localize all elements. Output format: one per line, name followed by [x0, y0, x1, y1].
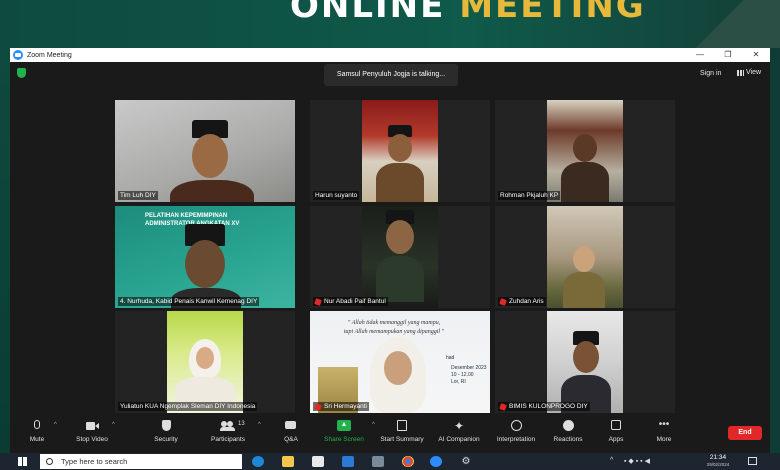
people-icon: [220, 420, 235, 432]
meeting-toolbar: Mute ^ Stop Video ^ Security Participant…: [10, 416, 770, 453]
banner-decoration: [660, 0, 780, 48]
video-tile[interactable]: Yuliatun KUA Ngemplak Sleman DIY Indones…: [115, 311, 295, 413]
muted-mic-icon: [499, 297, 507, 306]
view-label: View: [746, 69, 762, 76]
participant-name: BIMIS KULONPROGO DIY: [498, 402, 590, 411]
microphone-icon: [30, 420, 44, 432]
quote-fragment: had: [446, 355, 455, 361]
video-tile[interactable]: PELATIHAN KEPEMIMPINAN ADMINISTRATOR ANG…: [115, 206, 295, 308]
participant-name: Nur Abadi Paif Bantul: [313, 297, 388, 306]
file-explorer-icon[interactable]: [282, 456, 294, 467]
sparkle-icon: ✦: [453, 419, 465, 433]
search-placeholder: Type here to search: [61, 457, 128, 466]
shield-check-icon: [159, 420, 173, 432]
start-summary-button[interactable]: Start Summary: [372, 420, 432, 443]
more-dots-icon: •••: [658, 419, 670, 430]
summary-icon: [395, 420, 409, 432]
quote-fragment: Desember 2023 10 - 12.00 Lor, RI: [451, 365, 487, 385]
chrome-icon[interactable]: [402, 456, 414, 467]
zoom-logo-icon: [13, 50, 23, 60]
video-tile[interactable]: " Allah tidak memanggil yang mampu, tapi…: [310, 311, 490, 413]
minimize-button[interactable]: —: [686, 48, 714, 62]
store-icon[interactable]: [312, 456, 324, 467]
globe-icon: [509, 420, 523, 432]
zoom-taskbar-icon[interactable]: [430, 456, 442, 467]
settings-gear-icon[interactable]: ⚙: [460, 456, 472, 467]
banner-title: ONLINE MEETING: [290, 0, 646, 26]
camera-icon: [85, 420, 99, 432]
participant-name: Harun suyanto: [313, 191, 360, 200]
taskbar-search[interactable]: Type here to search: [40, 454, 242, 469]
apps-icon: [609, 420, 623, 432]
zoom-window: Zoom Meeting — ❐ ✕ Samsul Penyuluh Jogja…: [10, 48, 770, 453]
tray-chevron-icon[interactable]: ^: [610, 457, 613, 464]
background-right: [770, 48, 780, 470]
participant-name: Sri Hermayanti: [313, 402, 369, 411]
taskbar-clock[interactable]: 21:34 29/02/2024: [698, 454, 738, 468]
share-screen-icon: [337, 420, 351, 432]
participant-count-badge: 13: [238, 421, 245, 427]
mute-options-caret[interactable]: ^: [54, 422, 57, 428]
participant-name: Zuhdan Aris: [498, 297, 546, 306]
participant-name: Rohman Pkjaluh KP: [498, 191, 561, 200]
mute-button[interactable]: Mute: [7, 420, 67, 443]
video-tile[interactable]: BIMIS KULONPROGO DIY: [495, 311, 675, 413]
windows-start-icon[interactable]: [18, 457, 27, 466]
maximize-button[interactable]: ❐: [714, 48, 742, 62]
talking-indicator: Samsul Penyuluh Jogja is talking...: [324, 64, 458, 86]
qa-button[interactable]: Q&A: [261, 420, 321, 443]
security-button[interactable]: Security: [136, 420, 196, 443]
participant-name: Tim Luh DIY: [118, 191, 158, 200]
shield-icon[interactable]: [17, 68, 26, 78]
muted-mic-icon: [499, 402, 507, 411]
video-tile[interactable]: Zuhdan Aris: [495, 206, 675, 308]
video-options-caret[interactable]: ^: [112, 422, 115, 428]
notification-icon[interactable]: [748, 457, 757, 465]
smiley-icon: [561, 420, 575, 432]
banner: ONLINE MEETING: [0, 0, 780, 48]
app-icon[interactable]: [372, 456, 384, 467]
muted-mic-icon: [314, 402, 322, 411]
more-button[interactable]: ••• More: [634, 419, 694, 444]
video-tile[interactable]: Tim Luh DIY: [115, 100, 295, 202]
edge-icon[interactable]: [252, 456, 264, 467]
grid-view-icon: [737, 69, 744, 76]
meeting-topbar: Samsul Penyuluh Jogja is talking... Sign…: [10, 62, 770, 88]
share-screen-button[interactable]: Share Screen: [314, 420, 374, 443]
end-meeting-button[interactable]: End: [728, 426, 762, 440]
search-icon: [46, 458, 53, 465]
window-titlebar: Zoom Meeting — ❐ ✕: [10, 48, 770, 62]
mail-icon[interactable]: [342, 456, 354, 467]
video-tile[interactable]: Nur Abadi Paif Bantul: [310, 206, 490, 308]
participant-name: Yuliatun KUA Ngemplak Sleman DIY Indones…: [118, 402, 258, 411]
video-tile[interactable]: Harun suyanto: [310, 100, 490, 202]
windows-taskbar: Type here to search ⚙ ^ ▪ ◆ ▪ ▪ ◀ 21:34 …: [0, 453, 780, 470]
tray-icons[interactable]: ▪ ◆ ▪ ▪ ◀: [624, 457, 650, 465]
participants-button[interactable]: Participants: [198, 420, 258, 443]
interpretation-button[interactable]: Interpretation: [486, 420, 546, 443]
close-button[interactable]: ✕: [742, 48, 770, 62]
video-tile[interactable]: Rohman Pkjaluh KP: [495, 100, 675, 202]
quote-text: " Allah tidak memanggil yang mampu, tapi…: [343, 320, 445, 335]
ai-companion-button[interactable]: ✦ AI Companion: [429, 420, 489, 443]
signin-link[interactable]: Sign in: [700, 70, 721, 77]
view-button[interactable]: View: [737, 69, 761, 76]
window-title: Zoom Meeting: [27, 51, 72, 59]
participant-name: 4. Nurhuda, Kabid Penais Kanwil Kemenag …: [118, 297, 260, 306]
muted-mic-icon: [314, 297, 322, 306]
chat-bubbles-icon: [284, 420, 298, 432]
